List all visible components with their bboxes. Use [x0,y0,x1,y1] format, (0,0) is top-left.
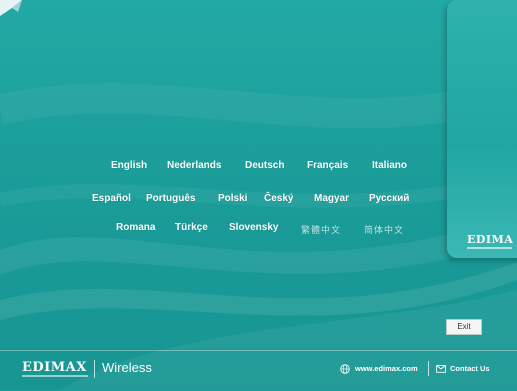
footer-divider [428,361,429,376]
contact-us-link[interactable]: Contact Us [450,364,490,373]
language-deutsch[interactable]: Deutsch [245,160,284,171]
language-english[interactable]: English [111,160,147,171]
language-romana[interactable]: Romana [116,222,155,233]
website-link[interactable]: www.edimax.com [355,364,418,373]
language-italiano[interactable]: Italiano [372,160,407,171]
language-slovensky[interactable]: Slovensky [229,222,278,233]
brand-logo-underline [22,375,88,377]
language-francais[interactable]: Français [307,160,348,171]
brand-divider [94,360,95,378]
language-russian[interactable]: Русский [369,193,409,204]
language-nederlands[interactable]: Nederlands [167,160,221,171]
product-name: Wireless [102,360,152,375]
language-magyar[interactable]: Magyar [314,193,349,204]
language-simplified-chinese[interactable]: 简体中文 [364,223,404,236]
side-panel [447,0,517,258]
corner-fold-icon [0,0,22,16]
brand-logo: EDIMAX [22,360,87,375]
language-turkce[interactable]: Türkçe [175,222,208,233]
language-traditional-chinese[interactable]: 繁體中文 [301,223,341,236]
contact-icon [436,365,446,373]
language-cesky[interactable]: Český [264,193,293,204]
exit-button[interactable]: Exit [446,319,482,335]
language-polski[interactable]: Polski [218,193,247,204]
language-portugues[interactable]: Português [146,193,195,204]
side-panel-logo-underline [467,247,512,249]
language-espanol[interactable]: Español [92,193,131,204]
globe-icon [340,364,350,374]
side-panel-logo: EDIMA [467,233,514,246]
background-graphic [0,0,517,390]
